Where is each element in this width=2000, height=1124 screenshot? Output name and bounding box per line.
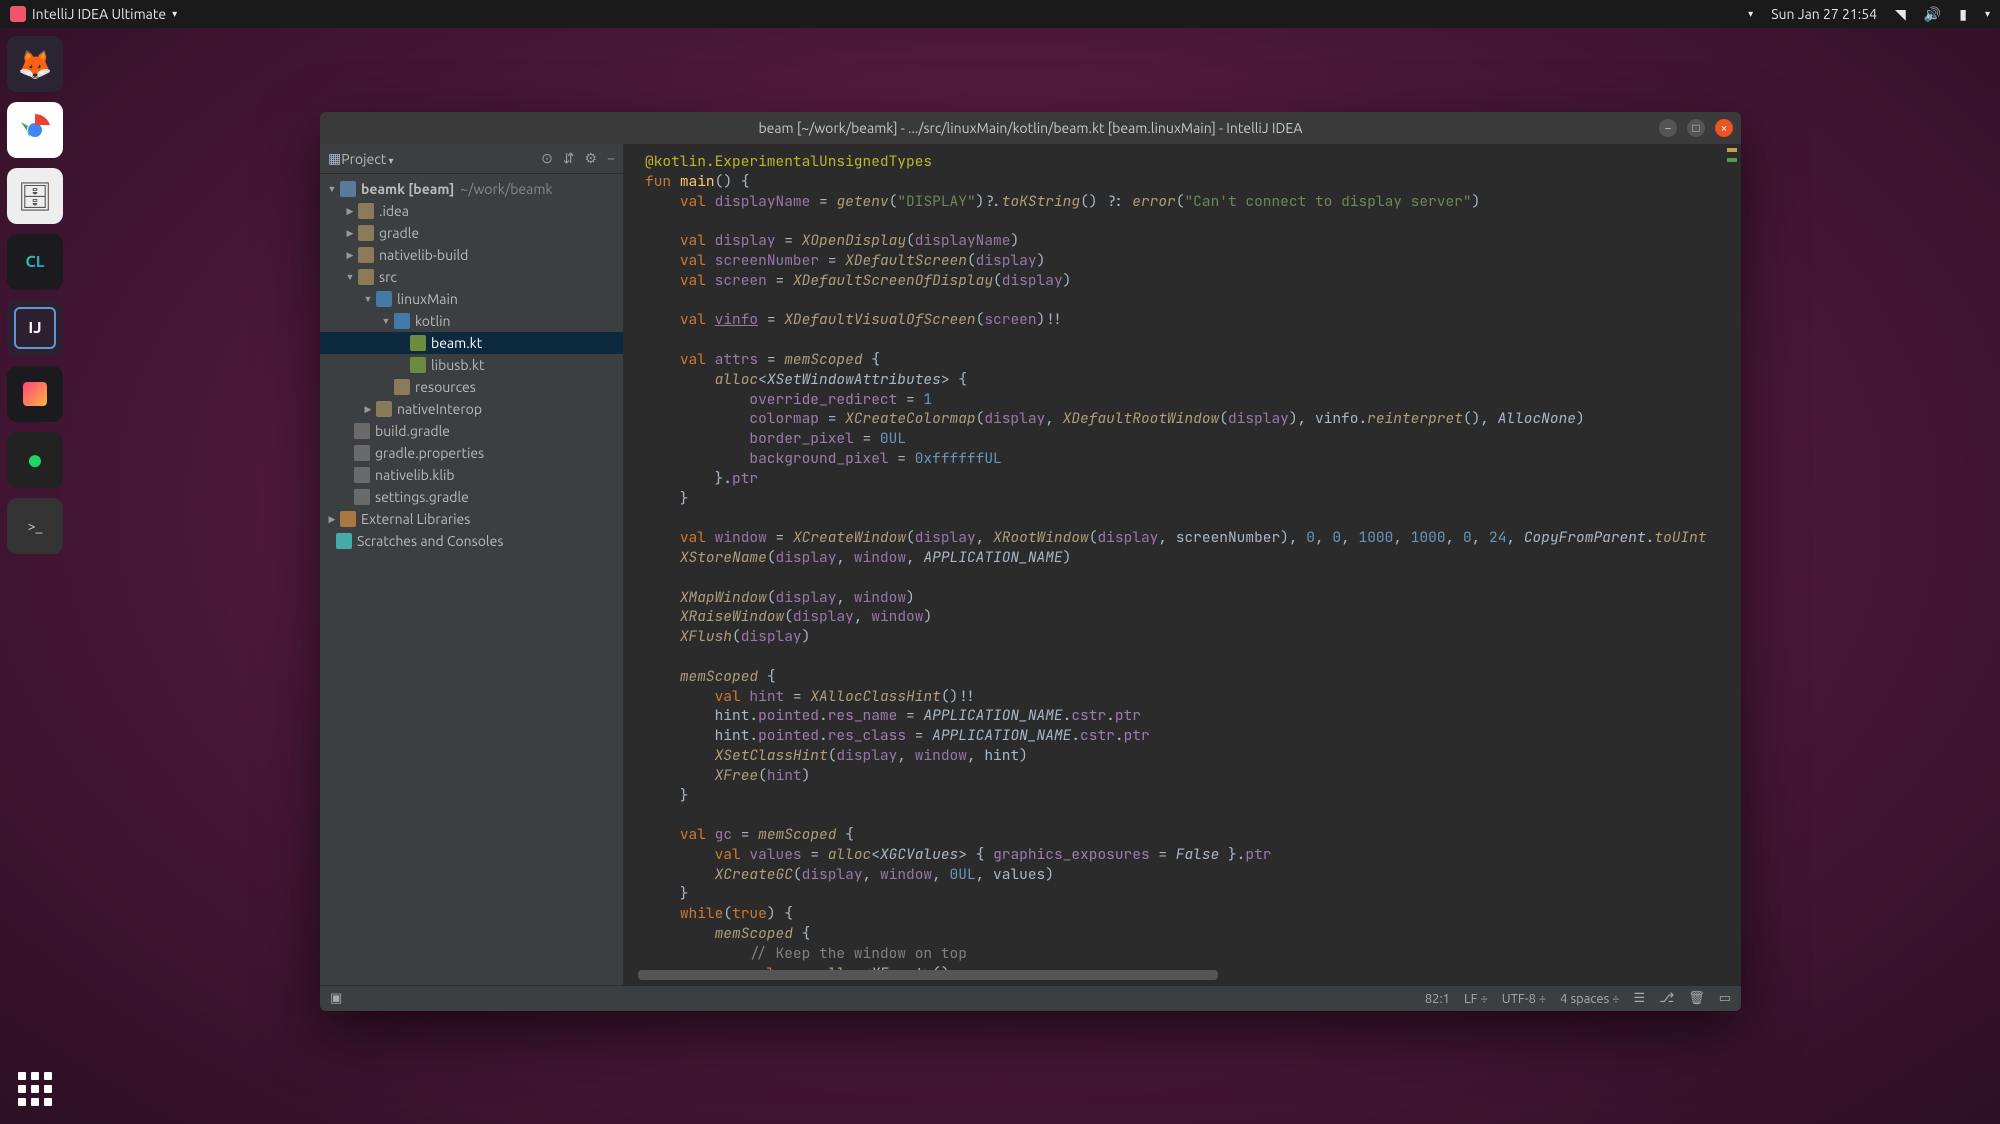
settings-icon[interactable]: ⚙ (585, 150, 598, 167)
cursor-position[interactable]: 82:1 (1425, 992, 1450, 1006)
maximize-button[interactable]: □ (1687, 119, 1705, 137)
project-header: ▦ Project ⊙ ⇵ ⚙ − (320, 144, 623, 174)
dock-clion[interactable]: CL (7, 234, 63, 290)
tree-item-nativelib-klib[interactable]: nativelib.klib (320, 464, 623, 486)
dock-toolbox[interactable] (7, 366, 63, 422)
intellij-window: beam [~/work/beamk] - .../src/linuxMain/… (320, 112, 1741, 1011)
project-label[interactable]: Project (341, 151, 393, 167)
code-area[interactable]: @kotlin.ExperimentalUnsignedTypes fun ma… (623, 144, 1741, 985)
tree-item-settings-gradle[interactable]: settings.gradle (320, 486, 623, 508)
collapse-icon[interactable]: ⇵ (563, 150, 575, 167)
clock-label[interactable]: Sun Jan 27 21:54 (1771, 6, 1877, 22)
dock-terminal[interactable]: >_ (7, 498, 63, 554)
power-menu-caret-icon[interactable]: ▾ (1985, 8, 1990, 20)
tree-item-nativeinterop[interactable]: ▶nativeInterop (320, 398, 623, 420)
tree-item-src[interactable]: ▼src (320, 266, 623, 288)
tree-item-gradle[interactable]: ▶gradle (320, 222, 623, 244)
hide-icon[interactable]: − (607, 150, 615, 167)
dock-intellij[interactable]: IJ (7, 300, 63, 356)
code-editor[interactable]: @kotlin.ExperimentalUnsignedTypes fun ma… (623, 144, 1741, 985)
locate-icon[interactable]: ⊙ (541, 150, 553, 167)
tree-item-libusb-kt[interactable]: libusb.kt (320, 354, 623, 376)
lock-icon[interactable]: ▭ (1719, 991, 1731, 1006)
tree-item-scratches[interactable]: Scratches and Consoles (320, 530, 623, 552)
ubuntu-top-bar: IntelliJ IDEA Ultimate ▾ ▾ Sun Jan 27 21… (0, 0, 2000, 28)
window-titlebar[interactable]: beam [~/work/beamk] - .../src/linuxMain/… (320, 112, 1741, 144)
tree-item-nativelib-build[interactable]: ▶nativelib-build (320, 244, 623, 266)
intellij-icon (10, 6, 26, 22)
tree-item-gradle-properties[interactable]: gradle.properties (320, 442, 623, 464)
tree-item-build-gradle[interactable]: build.gradle (320, 420, 623, 442)
chrome-icon (17, 112, 53, 148)
minimize-button[interactable]: − (1659, 119, 1677, 137)
app-menu-caret-icon: ▾ (172, 8, 177, 20)
tree-item-kotlin[interactable]: ▼kotlin (320, 310, 623, 332)
tree-item-beam-kt[interactable]: beam.kt (320, 332, 623, 354)
volume-icon[interactable]: 🔊 (1924, 6, 1941, 23)
dock-firefox[interactable]: 🦊 (7, 36, 63, 92)
window-title: beam [~/work/beamk] - .../src/linuxMain/… (758, 120, 1302, 136)
battery-icon[interactable]: ▮ (1959, 6, 1967, 23)
inspections-icon[interactable]: ☰ (1634, 991, 1646, 1006)
dock-spotify[interactable]: ● (7, 432, 63, 488)
status-bar: ▣ 82:1 LF ÷ UTF-8 ÷ 4 spaces ÷ ☰ ⎇ 🗑 ▭ (320, 985, 1741, 1011)
horizontal-scrollbar[interactable] (638, 970, 1218, 980)
tree-item-resources[interactable]: resources (320, 376, 623, 398)
system-menu-caret-icon[interactable]: ▾ (1748, 8, 1753, 20)
launcher-dock: 🦊 🗄 CL IJ ● >_ (0, 28, 70, 1124)
line-ending[interactable]: LF ÷ (1464, 992, 1488, 1006)
dock-chrome[interactable] (7, 102, 63, 158)
file-encoding[interactable]: UTF-8 ÷ (1502, 992, 1546, 1006)
app-menu-label: IntelliJ IDEA Ultimate (32, 6, 166, 22)
indent-setting[interactable]: 4 spaces ÷ (1560, 992, 1619, 1006)
close-button[interactable]: × (1715, 119, 1733, 137)
git-icon[interactable]: ⎇ (1659, 991, 1674, 1006)
dock-files[interactable]: 🗄 (7, 168, 63, 224)
tree-root[interactable]: ▼beamk [beam]~/work/beamk (320, 178, 623, 200)
memory-icon[interactable]: 🗑 (1688, 991, 1705, 1006)
tree-item-external-libraries[interactable]: ▶External Libraries (320, 508, 623, 530)
tree-item-idea[interactable]: ▶.idea (320, 200, 623, 222)
app-menu[interactable]: IntelliJ IDEA Ultimate ▾ (10, 6, 177, 22)
folder-icon: ▦ (328, 150, 341, 167)
tool-window-toggle-icon[interactable]: ▣ (330, 991, 342, 1006)
project-tree[interactable]: ▼beamk [beam]~/work/beamk ▶.idea ▶gradle… (320, 174, 623, 985)
show-applications-button[interactable] (18, 1072, 52, 1106)
network-icon[interactable]: ◥ (1895, 6, 1906, 23)
project-tool-window: ▦ Project ⊙ ⇵ ⚙ − ▼beamk [beam]~/work/be… (320, 144, 623, 985)
tree-item-linuxmain[interactable]: ▼linuxMain (320, 288, 623, 310)
